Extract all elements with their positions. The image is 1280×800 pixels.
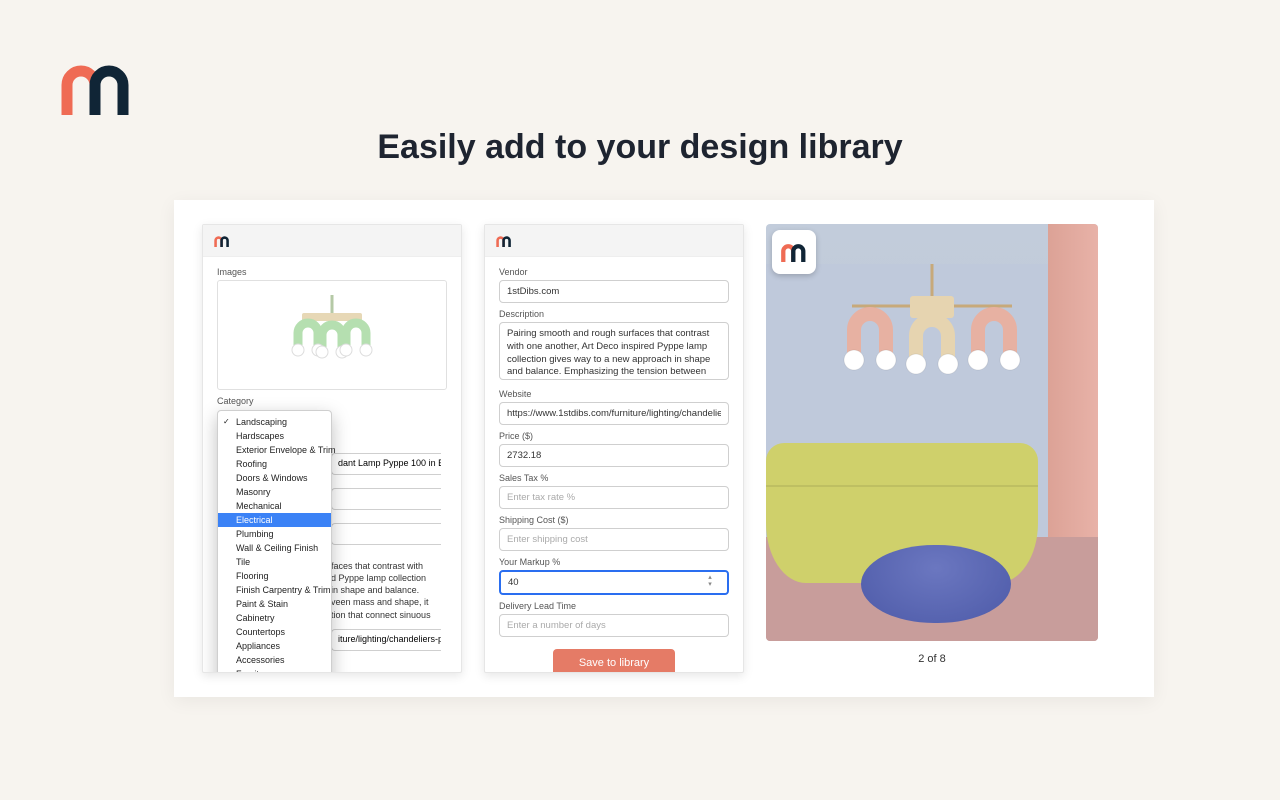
leadtime-input[interactable] — [499, 614, 729, 637]
option-hardscapes[interactable]: Hardscapes — [218, 429, 331, 443]
category-dropdown[interactable]: Landscaping Hardscapes Exterior Envelope… — [217, 410, 332, 673]
save-button[interactable]: Save to library — [553, 649, 675, 673]
vendor-input[interactable] — [499, 280, 729, 303]
price-label: Price ($) — [499, 431, 729, 441]
option-exterior[interactable]: Exterior Envelope & Trim — [218, 443, 331, 457]
option-paint-stain[interactable]: Paint & Stain — [218, 597, 331, 611]
option-accessories[interactable]: Accessories — [218, 653, 331, 667]
option-appliances[interactable]: Appliances — [218, 639, 331, 653]
option-masonry[interactable]: Masonry — [218, 485, 331, 499]
website-label: Website — [499, 389, 729, 399]
shipping-input[interactable] — [499, 528, 729, 551]
salestax-label: Sales Tax % — [499, 473, 729, 483]
brand-logo-icon — [213, 234, 231, 248]
chandelier-thumb-icon — [272, 295, 392, 375]
website-input[interactable] — [499, 402, 729, 425]
option-countertops[interactable]: Countertops — [218, 625, 331, 639]
option-electrical[interactable]: Electrical — [218, 513, 331, 527]
salestax-input[interactable] — [499, 486, 729, 509]
option-roofing[interactable]: Roofing — [218, 457, 331, 471]
option-flooring[interactable]: Flooring — [218, 569, 331, 583]
url-input-peek[interactable]: iture/lighting/chandeliers-pe — [331, 629, 441, 651]
screenshot-stage: Images Category — [174, 200, 1154, 697]
option-cabinetry[interactable]: Cabinetry — [218, 611, 331, 625]
option-landscaping[interactable]: Landscaping — [218, 415, 331, 429]
option-mechanical[interactable]: Mechanical — [218, 499, 331, 513]
input-peek-2[interactable] — [331, 488, 441, 510]
category-label: Category — [217, 396, 447, 406]
product-hero-image — [766, 224, 1098, 641]
option-wall-ceiling[interactable]: Wall & Ceiling Finish — [218, 541, 331, 555]
form-panel-images: Images Category — [202, 224, 462, 673]
panel-header — [203, 225, 461, 257]
option-finish-carpentry[interactable]: Finish Carpentry & Trim — [218, 583, 331, 597]
name-input-peek[interactable]: dant Lamp Pyppe 100 in Br — [331, 453, 441, 475]
images-label: Images — [217, 267, 447, 277]
input-peek-3[interactable] — [331, 523, 441, 545]
description-label: Description — [499, 309, 729, 319]
option-tile[interactable]: Tile — [218, 555, 331, 569]
price-input[interactable] — [499, 444, 729, 467]
form-panel-details: Vendor Description Website Price ($) Sal… — [484, 224, 744, 673]
brand-logo — [55, 55, 139, 124]
option-doors-windows[interactable]: Doors & Windows — [218, 471, 331, 485]
description-peek: faces that contrast with d Pyppe lamp co… — [331, 560, 441, 621]
stepper-icon[interactable]: ▴▾ — [705, 574, 715, 588]
option-plumbing[interactable]: Plumbing — [218, 527, 331, 541]
markup-label: Your Markup % — [499, 557, 729, 567]
chandelier-graphic — [822, 264, 1042, 399]
leadtime-label: Delivery Lead Time — [499, 601, 729, 611]
brand-badge — [772, 230, 816, 274]
shipping-label: Shipping Cost ($) — [499, 515, 729, 525]
panel-header — [485, 225, 743, 257]
brand-logo-icon — [495, 234, 513, 248]
product-image-thumb[interactable] — [217, 280, 447, 390]
vendor-label: Vendor — [499, 267, 729, 277]
image-pager: 2 of 8 — [918, 653, 946, 665]
option-furniture[interactable]: Furniture — [218, 667, 331, 673]
markup-input[interactable] — [499, 570, 729, 595]
product-image-column: 2 of 8 — [766, 224, 1098, 673]
page-title: Easily add to your design library — [0, 128, 1280, 167]
description-textarea[interactable] — [499, 322, 729, 380]
ottoman-graphic — [861, 545, 1011, 623]
